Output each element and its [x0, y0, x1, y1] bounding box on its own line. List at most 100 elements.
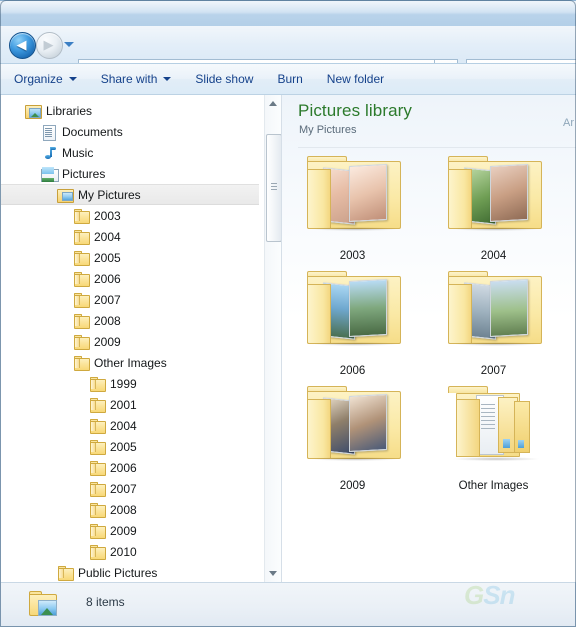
tree-item-2009[interactable]: 2009	[1, 331, 259, 352]
scroll-up-arrow-icon[interactable]	[265, 95, 281, 112]
tree-item-label: 2009	[94, 334, 121, 349]
toolbar-item-new-folder[interactable]: New folder	[317, 67, 394, 91]
folder-item-label: 2009	[339, 480, 366, 492]
library-header: Pictures library My Pictures Ar	[282, 95, 576, 149]
toolbar-item-label: Burn	[277, 72, 303, 86]
folder-item-2006[interactable]: 2006	[282, 268, 423, 383]
content-pane: Pictures library My Pictures Ar 2003 2004…	[282, 95, 576, 582]
folder-icon	[89, 439, 106, 455]
folder-icon	[73, 229, 90, 245]
tree-item-libraries[interactable]: Libraries	[1, 100, 259, 121]
folder-icon	[89, 397, 106, 413]
folder-icon	[73, 355, 90, 371]
chevron-down-icon	[163, 77, 172, 81]
folder-item-label: Other Images	[458, 480, 529, 492]
tree-item-2005[interactable]: 2005	[1, 436, 259, 457]
folder-thumbnail-icon	[442, 270, 546, 352]
folder-icon	[89, 418, 106, 434]
tree-item-2001[interactable]: 2001	[1, 394, 259, 415]
folder-thumbnail-icon	[301, 270, 405, 352]
folder-icon	[73, 208, 90, 224]
folder-item-label: 2003	[339, 250, 366, 262]
folder-thumbnail-icon	[442, 385, 546, 467]
tree-item-2008[interactable]: 2008	[1, 310, 259, 331]
toolbar-item-label: Organize	[14, 72, 63, 86]
folder-thumbnail-icon	[442, 155, 546, 237]
pictures-library-icon	[41, 166, 59, 182]
command-toolbar: Organize Share with Slide show Burn New fold…	[0, 64, 576, 95]
documents-icon	[41, 124, 57, 141]
tree-item-label: 1999	[110, 376, 137, 391]
tree-item-public-pictures[interactable]: Public Pictures	[1, 562, 259, 582]
folder-grid: 2003 2004 2006 2007 2009 Other Images	[282, 153, 576, 498]
folder-icon	[89, 523, 106, 539]
status-bar: 8 items	[1, 582, 575, 626]
tree-item-2004[interactable]: 2004	[1, 415, 259, 436]
tree-item-2006[interactable]: 2006	[1, 457, 259, 478]
tree-item-documents[interactable]: Documents	[1, 121, 259, 142]
folder-tree: Libraries Documents Music Pictures My Pictur…	[1, 100, 259, 582]
tree-item-2007[interactable]: 2007	[1, 478, 259, 499]
tree-item-label: 2010	[110, 544, 137, 559]
tree-item-label: 2003	[94, 208, 121, 223]
folder-icon	[89, 460, 106, 476]
folder-item-2004[interactable]: 2004	[423, 153, 564, 268]
tree-item-label: Music	[62, 145, 94, 160]
tree-item-label: 2008	[94, 313, 121, 328]
tree-item-2003[interactable]: 2003	[1, 205, 259, 226]
folder-icon	[57, 565, 74, 581]
tree-item-2007[interactable]: 2007	[1, 289, 259, 310]
folder-item-other-images[interactable]: Other Images	[423, 383, 564, 498]
folder-item-2003[interactable]: 2003	[282, 153, 423, 268]
pictures-folder-icon	[29, 591, 59, 617]
title-bar	[0, 0, 576, 26]
folder-item-2009[interactable]: 2009	[282, 383, 423, 498]
tree-item-label: 2007	[110, 481, 137, 496]
folder-grid-row: 2009 Other Images	[282, 383, 576, 498]
back-button[interactable]: ◀	[9, 32, 36, 59]
tree-item-other-images[interactable]: Other Images	[1, 352, 259, 373]
chevron-down-icon	[68, 77, 77, 81]
navigation-pane-scrollbar[interactable]	[264, 95, 281, 582]
my-pictures-icon	[57, 187, 74, 203]
forward-button[interactable]: ▶	[36, 32, 63, 59]
arrange-by-label[interactable]: Ar	[563, 117, 574, 129]
folder-icon	[73, 271, 90, 287]
tree-item-label: 2009	[110, 523, 137, 538]
folder-item-label: 2007	[480, 365, 507, 377]
folder-icon	[89, 544, 106, 560]
tree-item-2004[interactable]: 2004	[1, 226, 259, 247]
music-icon	[41, 145, 57, 161]
tree-item-1999[interactable]: 1999	[1, 373, 259, 394]
tree-item-label: Libraries	[46, 103, 93, 118]
toolbar-item-share-with[interactable]: Share with	[91, 67, 182, 91]
tree-item-2009[interactable]: 2009	[1, 520, 259, 541]
address-toolbar: ◀ ▶ ▸ Libraries ▸ Pictures ▸ My Pictures…	[0, 26, 576, 81]
toolbar-item-burn[interactable]: Burn	[267, 67, 312, 91]
toolbar-item-label: New folder	[326, 72, 385, 86]
toolbar-item-organize[interactable]: Organize	[4, 67, 87, 91]
tree-item-2005[interactable]: 2005	[1, 247, 259, 268]
tree-item-2008[interactable]: 2008	[1, 499, 259, 520]
tree-item-label: 2006	[94, 271, 121, 286]
recent-pages-chevron-down-icon[interactable]	[64, 42, 74, 47]
folder-icon	[89, 502, 106, 518]
tree-item-my-pictures[interactable]: My Pictures	[1, 184, 259, 205]
forward-arrow-icon: ▶	[43, 37, 54, 52]
tree-item-label: 2005	[110, 439, 137, 454]
scroll-down-arrow-icon[interactable]	[265, 565, 281, 582]
tree-item-2006[interactable]: 2006	[1, 268, 259, 289]
toolbar-item-slide-show[interactable]: Slide show	[185, 67, 263, 91]
folder-item-2007[interactable]: 2007	[423, 268, 564, 383]
scrollbar-thumb[interactable]	[266, 134, 281, 242]
tree-item-2010[interactable]: 2010	[1, 541, 259, 562]
navigation-pane: Libraries Documents Music Pictures My Pictur…	[1, 95, 282, 582]
folder-icon	[73, 334, 90, 350]
item-count-text: 8 items	[86, 595, 125, 609]
tree-item-music[interactable]: Music	[1, 142, 259, 163]
folder-item-label: 2006	[339, 365, 366, 377]
tree-item-pictures[interactable]: Pictures	[1, 163, 259, 184]
tree-item-label: 2006	[110, 460, 137, 475]
tree-item-label: Documents	[62, 124, 123, 139]
tree-item-label: 2008	[110, 502, 137, 517]
